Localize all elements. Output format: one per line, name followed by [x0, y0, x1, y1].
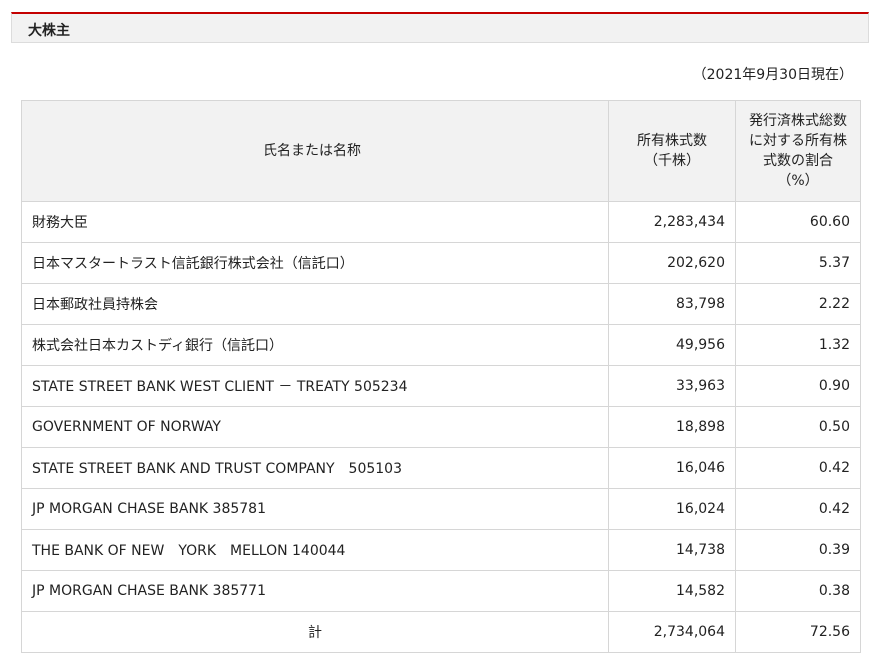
table-row: JP MORGAN CHASE BANK 385771 14,582 0.38	[21, 570, 861, 612]
ownership-ratio: 0.42	[735, 447, 861, 489]
table-row: STATE STREET BANK WEST CLIENT － TREATY 5…	[21, 365, 861, 407]
ownership-ratio: 1.32	[735, 324, 861, 366]
shareholder-name: JP MORGAN CHASE BANK 385781	[21, 488, 609, 530]
section-title: 大株主	[28, 23, 70, 39]
ownership-ratio: 2.22	[735, 283, 861, 325]
section-header: 大株主	[11, 12, 869, 43]
shares-held: 16,046	[608, 447, 736, 489]
shareholder-name: 株式会社日本カストディ銀行（信託口）	[21, 324, 609, 366]
total-row: 計 2,734,064 72.56	[21, 611, 861, 653]
header-name-label: 氏名または名称	[263, 143, 361, 159]
shares-held: 33,963	[608, 365, 736, 407]
shares-held: 83,798	[608, 283, 736, 325]
ownership-ratio: 0.38	[735, 570, 861, 612]
shareholder-name: STATE STREET BANK AND TRUST COMPANY 5051…	[21, 447, 609, 489]
ownership-ratio: 5.37	[735, 242, 861, 284]
as-of-date: （2021年9月30日現在）	[692, 67, 853, 83]
shares-held: 202,620	[608, 242, 736, 284]
table-header-row: 氏名または名称 所有株式数 （千株） 発行済株式総数 に対する所有株 式数の割合…	[21, 100, 861, 202]
shares-held: 2,283,434	[608, 201, 736, 243]
shareholder-name: 日本郵政社員持株会	[21, 283, 609, 325]
total-label: 計	[21, 611, 609, 653]
ownership-ratio: 0.42	[735, 488, 861, 530]
table-row: STATE STREET BANK AND TRUST COMPANY 5051…	[21, 447, 861, 489]
shareholder-name: STATE STREET BANK WEST CLIENT － TREATY 5…	[21, 365, 609, 407]
ownership-ratio: 60.60	[735, 201, 861, 243]
ownership-ratio: 0.39	[735, 529, 861, 571]
header-shares: 所有株式数 （千株）	[608, 100, 736, 202]
header-ratio-line4: （%）	[777, 173, 819, 189]
shareholder-name: GOVERNMENT OF NORWAY	[21, 406, 609, 448]
shares-held: 14,582	[608, 570, 736, 612]
shareholder-name: THE BANK OF NEW YORK MELLON 140044	[21, 529, 609, 571]
shareholder-name: 日本マスタートラスト信託銀行株式会社（信託口）	[21, 242, 609, 284]
table-row: 日本郵政社員持株会 83,798 2.22	[21, 283, 861, 325]
shares-held: 16,024	[608, 488, 736, 530]
major-shareholders-table: 氏名または名称 所有株式数 （千株） 発行済株式総数 に対する所有株 式数の割合…	[21, 100, 861, 653]
shareholder-name: 財務大臣	[21, 201, 609, 243]
table-row: 日本マスタートラスト信託銀行株式会社（信託口） 202,620 5.37	[21, 242, 861, 284]
header-name: 氏名または名称	[21, 100, 609, 202]
header-ratio-line1: 発行済株式総数	[749, 113, 847, 129]
table-row: GOVERNMENT OF NORWAY 18,898 0.50	[21, 406, 861, 448]
table-row: 株式会社日本カストディ銀行（信託口） 49,956 1.32	[21, 324, 861, 366]
header-ratio-line3: 式数の割合	[763, 153, 833, 169]
total-ratio: 72.56	[735, 611, 861, 653]
ownership-ratio: 0.90	[735, 365, 861, 407]
table-row: THE BANK OF NEW YORK MELLON 140044 14,73…	[21, 529, 861, 571]
shares-held: 14,738	[608, 529, 736, 571]
shares-held: 18,898	[608, 406, 736, 448]
total-shares: 2,734,064	[608, 611, 736, 653]
shareholder-name: JP MORGAN CHASE BANK 385771	[21, 570, 609, 612]
header-shares-line1: 所有株式数	[637, 133, 707, 149]
header-ratio-line2: に対する所有株	[749, 133, 847, 149]
header-shares-line2: （千株）	[644, 153, 700, 169]
header-ratio: 発行済株式総数 に対する所有株 式数の割合 （%）	[735, 100, 861, 202]
shares-held: 49,956	[608, 324, 736, 366]
ownership-ratio: 0.50	[735, 406, 861, 448]
table-row: 財務大臣 2,283,434 60.60	[21, 201, 861, 243]
table-row: JP MORGAN CHASE BANK 385781 16,024 0.42	[21, 488, 861, 530]
